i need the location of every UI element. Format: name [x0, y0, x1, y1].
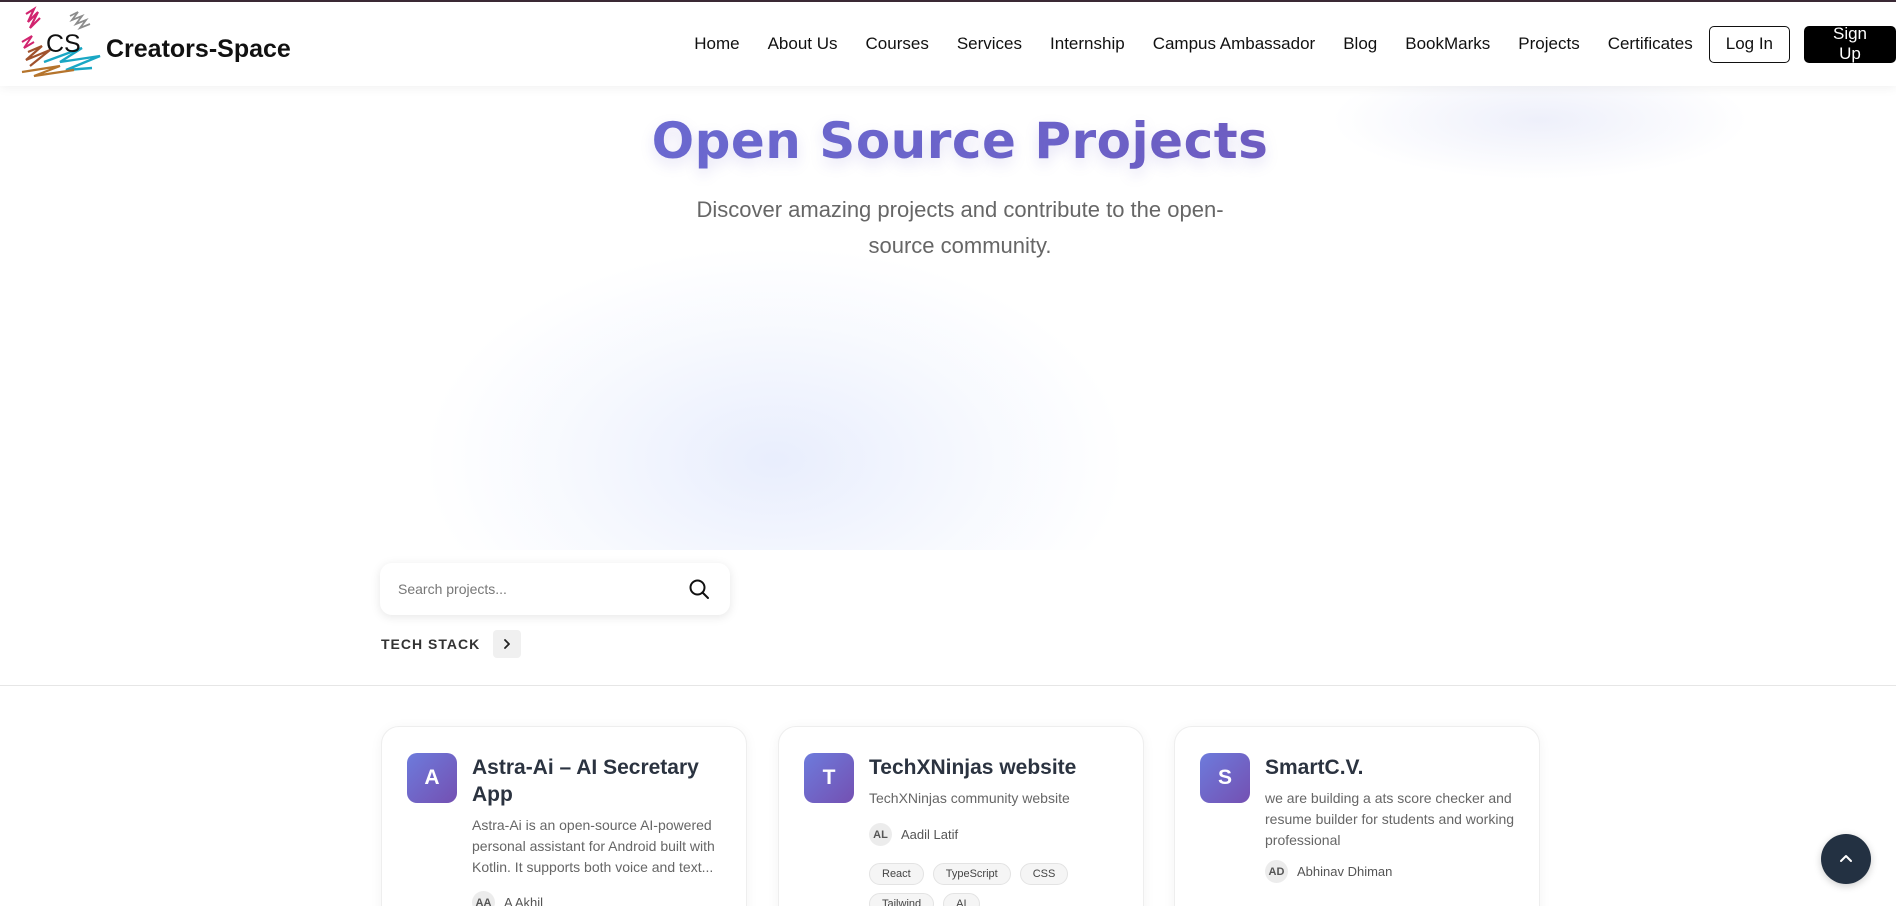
project-author: AL Aadil Latif	[869, 823, 958, 846]
project-description: Astra-Ai is an open-source AI-powered pe…	[472, 817, 715, 875]
back-to-top-button[interactable]	[1821, 834, 1871, 884]
chevron-up-icon	[1840, 855, 1852, 862]
main-nav: Home About Us Courses Services Internshi…	[694, 2, 1896, 86]
login-button[interactable]: Log In	[1708, 25, 1790, 63]
site-header: CS Creators-Space Home About Us Courses …	[0, 2, 1896, 86]
nav-home[interactable]: Home	[694, 34, 739, 54]
hero-background-glow	[430, 250, 1120, 550]
chevron-right-icon	[504, 639, 511, 649]
tag-css[interactable]: CSS	[1019, 863, 1069, 885]
search-bar	[380, 563, 730, 615]
project-avatar: A	[407, 753, 457, 803]
section-divider	[0, 685, 1896, 686]
author-avatar: AD	[1265, 860, 1288, 883]
logo-text: CS	[46, 30, 81, 58]
project-title[interactable]: Astra-Ai – AI Secretary App	[472, 754, 722, 808]
author-avatar: AA	[472, 891, 495, 906]
project-description: we are building a ats score checker and …	[1265, 790, 1515, 848]
project-card[interactable]: A Astra-Ai – AI Secretary App Astra-Ai i…	[381, 726, 747, 906]
project-tags: React TypeScript CSS Tailwind AI	[869, 863, 1129, 906]
project-avatar: T	[804, 753, 854, 803]
nav-projects[interactable]: Projects	[1518, 34, 1579, 54]
search-icon[interactable]	[688, 578, 710, 600]
brand[interactable]: CS Creators-Space	[20, 6, 291, 86]
project-author: AD Abhinav Dhiman	[1265, 860, 1392, 883]
nav-about-us[interactable]: About Us	[768, 34, 838, 54]
project-description: TechXNinjas community website	[869, 790, 1070, 806]
nav-bookmarks[interactable]: BookMarks	[1405, 34, 1490, 54]
tag-ai[interactable]: AI	[943, 893, 980, 906]
signup-button[interactable]: Sign Up	[1804, 24, 1896, 63]
nav-blog[interactable]: Blog	[1343, 34, 1377, 54]
page-title: Open Source Projects	[0, 112, 1896, 170]
project-avatar: S	[1200, 753, 1250, 803]
tag-typescript[interactable]: TypeScript	[932, 863, 1011, 885]
author-avatar: AL	[869, 823, 892, 846]
nav-services[interactable]: Services	[957, 34, 1022, 54]
tag-tailwind[interactable]: Tailwind	[869, 893, 935, 906]
author-name: A Akhil	[504, 895, 544, 906]
project-title[interactable]: TechXNinjas website	[869, 754, 1119, 781]
nav-internship[interactable]: Internship	[1050, 34, 1125, 54]
tech-stack-filter: TECH STACK	[381, 630, 522, 658]
search-input[interactable]	[398, 581, 668, 597]
page-subtitle: Discover amazing projects and contribute…	[696, 197, 1224, 258]
project-card[interactable]: S SmartC.V. we are building a ats score …	[1174, 726, 1540, 906]
project-card[interactable]: T TechXNinjas website TechXNinjas commun…	[778, 726, 1144, 906]
tech-stack-toggle-button[interactable]	[493, 630, 522, 658]
project-title[interactable]: SmartC.V.	[1265, 754, 1515, 781]
project-author: AA A Akhil	[472, 891, 543, 906]
logo[interactable]: CS	[20, 6, 104, 86]
brand-name[interactable]: Creators-Space	[106, 35, 291, 64]
nav-campus-ambassador[interactable]: Campus Ambassador	[1153, 34, 1316, 54]
author-name: Aadil Latif	[901, 827, 959, 842]
nav-certificates[interactable]: Certificates	[1608, 34, 1693, 54]
tech-stack-label: TECH STACK	[381, 636, 481, 652]
tag-react[interactable]: React	[869, 863, 924, 885]
nav-courses[interactable]: Courses	[866, 34, 929, 54]
author-name: Abhinav Dhiman	[1297, 864, 1393, 879]
